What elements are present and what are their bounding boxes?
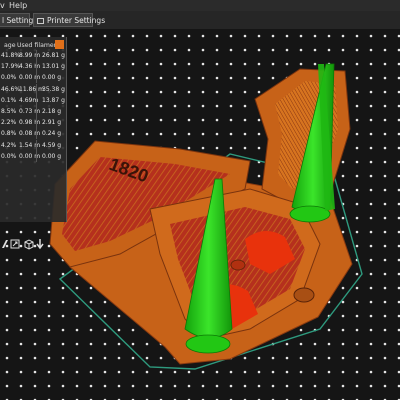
support-base <box>289 205 331 223</box>
stats-row: 8.5% 0.73 m 2.18 g <box>0 106 66 117</box>
stat-time: 11.86 m <box>19 85 44 93</box>
column-separator <box>36 50 37 61</box>
column-separator <box>36 83 37 95</box>
stat-used-filament: 13.87 g <box>42 96 65 104</box>
stat-used-filament: 2.91 g <box>42 119 62 127</box>
stats-row: 46.6% 11.86 m 35.38 g <box>0 83 66 95</box>
column-separator <box>36 139 37 151</box>
stats-row: 17.9% 4.36 m 13.01 g <box>0 61 66 73</box>
stat-percentage: 8.5% <box>1 108 17 115</box>
tab-bar: l Settings Printer Settings <box>0 11 400 30</box>
column-separator <box>36 106 37 117</box>
stats-row: 0.0% 0.00 m 0.00 g <box>0 72 66 84</box>
menu-item-help[interactable]: Help <box>9 0 27 11</box>
stat-used-filament: 0.00 g <box>42 152 62 160</box>
stat-used-filament: 0.24 g <box>42 130 62 138</box>
stats-row: 0.0% 0.00 m 0.00 g <box>0 150 66 162</box>
stats-row: 41.8% 8.99 m 26.81 g <box>0 50 66 61</box>
column-separator <box>36 128 37 140</box>
support-base <box>185 334 231 354</box>
column-separator <box>36 72 37 84</box>
cube-view-icon[interactable] <box>24 239 34 250</box>
stat-percentage: 0.8% <box>1 130 17 138</box>
column-separator <box>36 61 37 73</box>
stats-row: 0.1% 4.69m 13.87 g <box>0 94 66 106</box>
mounting-hole <box>293 287 315 303</box>
column-separator <box>36 117 37 129</box>
export-icon[interactable] <box>10 239 20 249</box>
collapse-icon[interactable] <box>55 40 64 49</box>
stat-used-filament: 13.01 g <box>42 63 65 71</box>
stat-percentage: 4.2% <box>1 141 17 149</box>
arrow-down-icon[interactable] <box>36 239 44 250</box>
stat-used-filament: 35.38 g <box>42 85 65 93</box>
stat-used-filament: 0.00 g <box>42 74 62 82</box>
stat-percentage: 0.1% <box>1 96 17 104</box>
view-tool-icon[interactable] <box>2 240 8 248</box>
stat-percentage: 17.9% <box>1 63 21 71</box>
stat-percentage: 41.8% <box>1 52 21 59</box>
stat-percentage: 0.0% <box>1 74 17 82</box>
column-separator <box>36 94 37 106</box>
preview-toolbar <box>2 239 44 250</box>
mounting-hole <box>230 259 246 271</box>
stat-used-filament: 4.59 g <box>42 141 62 149</box>
column-separator <box>36 150 37 162</box>
tab-printer-settings[interactable]: Printer Settings <box>33 13 105 27</box>
stat-used-filament: 2.18 g <box>42 108 62 115</box>
tab-label: Printer Settings <box>47 16 106 25</box>
stat-percentage: 0.0% <box>1 152 17 160</box>
menu-item-view[interactable]: v <box>0 0 5 11</box>
menu-bar: v Help <box>0 0 400 11</box>
sliced-info-panel: age Used filament 41.8% 8.99 m 26.81 g 17.9… <box>0 37 67 250</box>
stat-percentage: 46.6% <box>1 85 21 93</box>
stat-percentage: 2.2% <box>1 119 17 127</box>
stats-row: 0.8% 0.08 m 0.24 g <box>0 128 66 140</box>
tab-icon <box>37 18 44 24</box>
stat-used-filament: 26.81 g <box>42 52 65 59</box>
tab-label: l Settings <box>2 16 38 25</box>
stats-row: 2.2% 0.98 m 2.91 g <box>0 117 66 129</box>
tab-filament-settings[interactable]: l Settings <box>0 13 37 27</box>
stats-row: 4.2% 1.54 m 4.59 g <box>0 139 66 151</box>
